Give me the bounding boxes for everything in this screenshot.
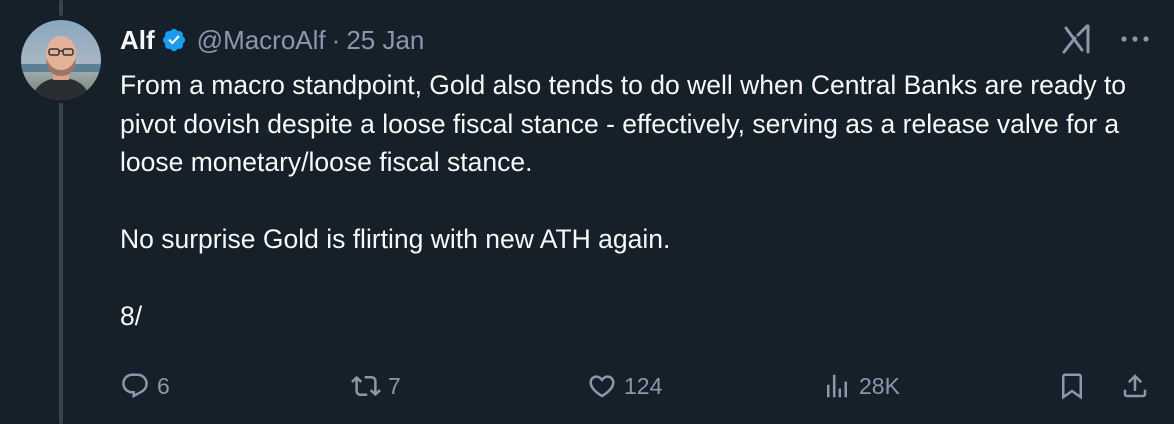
header-separator: · xyxy=(331,24,341,55)
thread-line-bottom xyxy=(59,103,63,424)
avatar[interactable] xyxy=(21,20,101,100)
reply-button[interactable]: 6 xyxy=(120,366,170,406)
bookmark-button[interactable] xyxy=(1057,366,1087,406)
repost-icon xyxy=(351,375,381,397)
views-count: 28K xyxy=(859,372,900,399)
tweet-header: Alf @MacroAlf · 25 Jan xyxy=(120,20,424,60)
author-handle[interactable]: @MacroAlf xyxy=(197,25,326,56)
repost-button[interactable]: 7 xyxy=(351,366,401,406)
reply-icon xyxy=(122,373,148,399)
tweet-actions: 6 7 124 28K xyxy=(120,366,1150,406)
heart-icon xyxy=(589,375,615,398)
tweet-top-controls xyxy=(1060,22,1150,56)
verified-badge-icon xyxy=(162,28,185,52)
views-button[interactable]: 28K xyxy=(822,366,900,406)
like-button[interactable]: 124 xyxy=(587,366,662,406)
share-icon xyxy=(1123,374,1147,398)
bookmark-icon xyxy=(1062,373,1082,400)
tweet-date[interactable]: 25 Jan xyxy=(346,25,424,56)
share-button[interactable] xyxy=(1120,366,1150,406)
tweet-text: From a macro standpoint, Gold also tends… xyxy=(120,70,1127,331)
like-count: 124 xyxy=(624,372,663,399)
reply-count: 6 xyxy=(157,372,170,399)
more-icon[interactable] xyxy=(1120,34,1150,44)
repost-count: 7 xyxy=(388,372,401,399)
views-icon xyxy=(827,374,847,398)
author-name[interactable]: Alf xyxy=(120,25,155,56)
grok-icon[interactable] xyxy=(1060,22,1096,56)
thread-line-top xyxy=(59,0,63,16)
